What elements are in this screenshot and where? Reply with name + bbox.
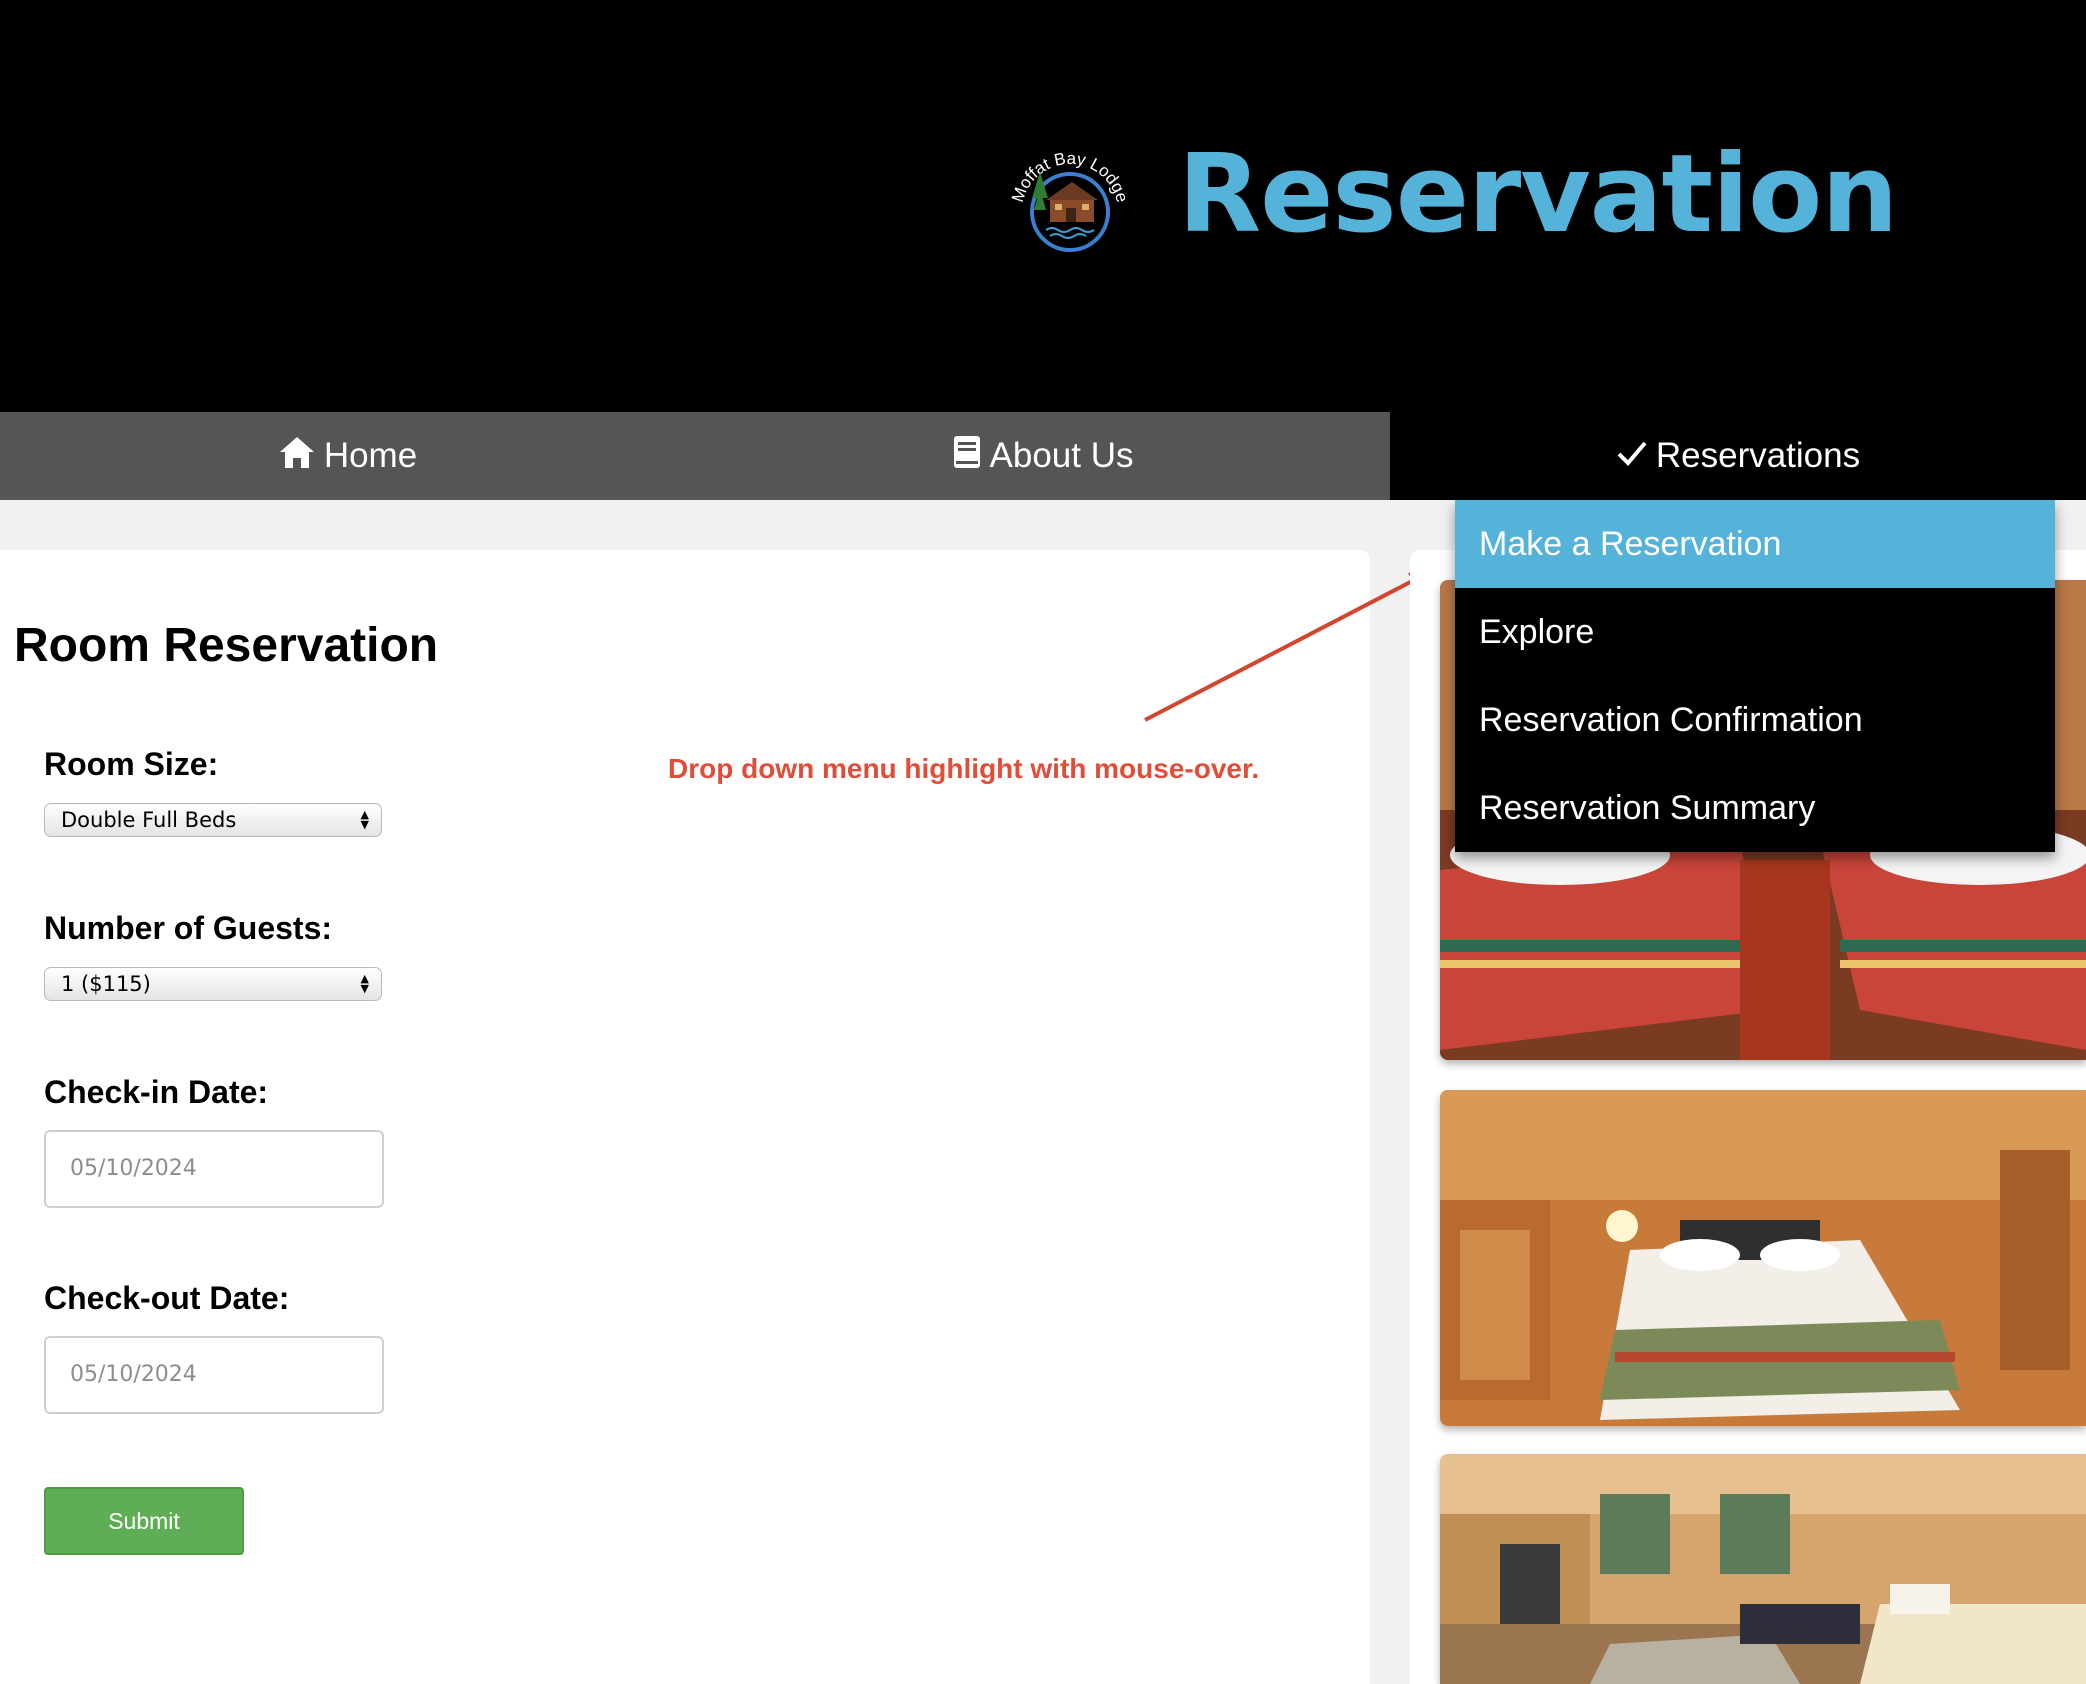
nav-reservations-label: Reservations	[1655, 436, 1861, 475]
guests-value: 1 ($115)	[61, 972, 151, 996]
room-size-select[interactable]: Double Full Beds ▲ ▼	[44, 803, 382, 837]
nav-home-label: Home	[323, 436, 418, 475]
checkin-date-input[interactable]: 05/10/2024	[44, 1130, 384, 1208]
checkin-date-value: 05/10/2024	[70, 1156, 197, 1181]
nav-reservations[interactable]: Reservations	[1390, 412, 2086, 500]
select-arrows-icon: ▲ ▼	[360, 808, 369, 831]
menu-item-reservation-confirmation[interactable]: Reservation Confirmation	[1455, 676, 2055, 764]
nav-about-label: About Us	[989, 436, 1134, 475]
nav-home[interactable]: Home	[0, 412, 695, 500]
nav-about-us[interactable]: About Us	[695, 412, 1390, 500]
menu-item-explore[interactable]: Explore	[1455, 588, 2055, 676]
select-arrows-icon: ▲ ▼	[360, 972, 369, 995]
annotation-arrow	[1144, 571, 1432, 722]
room-size-value: Double Full Beds	[61, 808, 237, 832]
lodge-logo[interactable]: Moffat Bay Lodge	[1000, 132, 1140, 256]
book-icon	[952, 435, 990, 478]
menu-item-make-reservation[interactable]: Make a Reservation	[1455, 500, 2055, 588]
page-title: Reservation	[1178, 132, 1898, 257]
checkmark-icon	[1616, 436, 1656, 476]
home-icon	[278, 435, 324, 478]
room-photo-queen-bed	[1440, 1090, 2086, 1426]
room-photo-suite	[1440, 1454, 2086, 1684]
checkout-date-value: 05/10/2024	[70, 1362, 197, 1387]
room-size-label: Room Size:	[44, 746, 219, 782]
checkout-label: Check-out Date:	[44, 1280, 290, 1316]
annotation-text: Drop down menu highlight with mouse-over…	[668, 753, 1260, 784]
menu-item-reservation-summary[interactable]: Reservation Summary	[1455, 764, 2055, 852]
reservations-dropdown: Make a Reservation Explore Reservation C…	[1455, 500, 2055, 852]
guests-label: Number of Guests:	[44, 910, 333, 946]
main-nav: Home About Us Reservations	[0, 412, 2086, 500]
checkout-date-input[interactable]: 05/10/2024	[44, 1336, 384, 1414]
checkin-label: Check-in Date:	[44, 1074, 269, 1110]
guests-select[interactable]: 1 ($115) ▲ ▼	[44, 967, 382, 1001]
submit-button[interactable]: Submit	[44, 1487, 244, 1555]
form-title: Room Reservation	[14, 619, 439, 672]
